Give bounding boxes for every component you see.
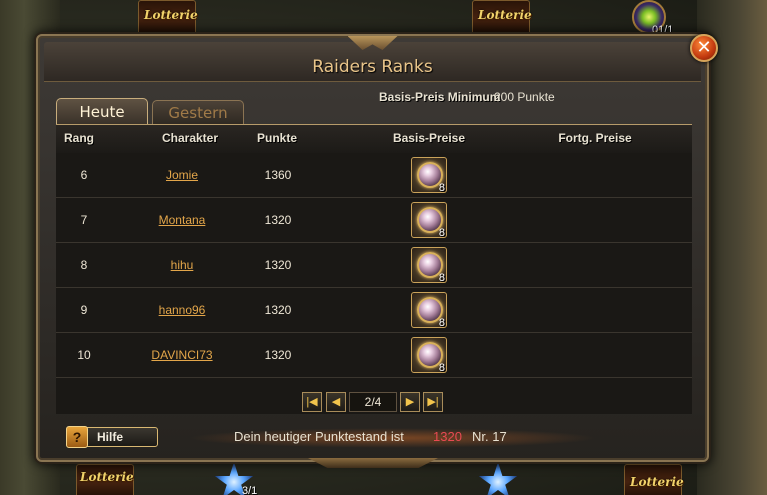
base-prize-item[interactable]: 8 [411,202,447,239]
question-mark-icon: ? [66,426,88,448]
close-button[interactable]: ✕ [690,34,718,62]
current-rank: Nr. 17 [472,429,507,444]
prev-page-button[interactable]: ◀ [326,392,346,412]
score-label: Dein heutiger Punktestand ist [234,429,404,444]
column-header-charakter: Charakter [161,131,219,145]
minimum-label: Basis-Preis Minimum [379,90,501,104]
bottom-star-counter: 3/1 [242,485,258,495]
help-button[interactable]: ? Hilfe [66,426,158,448]
dialog-title-bar[interactable]: Raiders Ranks [44,36,701,82]
table-row: 8 hihu 1320 8 [56,243,692,288]
table-row: 9 hanno96 1320 8 [56,288,692,333]
character-link[interactable]: hanno96 [132,303,232,317]
prize-quantity: 8 [438,362,445,374]
column-header-punkte: Punkte [256,131,297,145]
next-page-button[interactable]: ▶ [400,392,420,412]
ranking-table: Rang Charakter Punkte Basis-Preise Fortg… [56,124,692,414]
prize-quantity: 8 [438,227,445,239]
rank-cell: 6 [80,168,88,182]
points-cell: 1320 [264,348,292,362]
title-ornament [347,36,398,50]
character-link[interactable]: Jomie [132,168,232,182]
points-cell: 1320 [264,303,292,317]
character-link[interactable]: DAVINCI73 [132,348,232,362]
bottom-ornament [308,458,438,468]
table-header: Rang Charakter Punkte Basis-Preise Fortg… [56,125,692,153]
dialog-title: Raiders Ranks [312,57,433,77]
rank-cell: 7 [80,213,88,227]
tab-heute[interactable]: Heute [56,98,148,124]
points-cell: 1320 [264,258,292,272]
table-row: 7 Montana 1320 8 [56,198,692,243]
base-prize-item[interactable]: 8 [411,337,447,374]
rank-cell: 8 [80,258,88,272]
points-cell: 1360 [264,168,292,182]
bottom-lottery-label-1: Lotterie [80,470,134,484]
base-prize-item[interactable]: 8 [411,247,447,284]
table-row: 6 Jomie 1360 8 [56,153,692,198]
bottom-star-icon-2[interactable] [478,462,518,495]
last-page-button[interactable]: ▶| [423,392,443,412]
base-prize-item[interactable]: 8 [411,157,447,194]
points-cell: 1320 [264,213,292,227]
column-header-rang: Rang [64,131,94,145]
top-lottery-label-1: Lotterie [144,8,198,22]
rank-cell: 10 [77,348,91,362]
prize-quantity: 8 [438,317,445,329]
score-value: 1320 [433,429,462,444]
page-indicator: 2/4 [349,392,397,412]
character-link[interactable]: Montana [132,213,232,227]
bottom-lottery-label-2: Lotterie [630,475,684,489]
minimum-value: 200 Punkte [494,90,555,104]
column-header-fortg-preise: Fortg. Preise [558,131,632,145]
top-lottery-label-2: Lotterie [478,8,532,22]
rank-cell: 9 [80,303,88,317]
raiders-ranks-dialog: Raiders Ranks ✕ Heute Gestern Basis-Prei… [36,34,718,468]
character-link[interactable]: hihu [132,258,232,272]
column-header-basis-preise: Basis-Preise [392,131,466,145]
table-row: 10 DAVINCI73 1320 8 [56,333,692,378]
prize-quantity: 8 [438,182,445,194]
base-prize-item[interactable]: 8 [411,292,447,329]
first-page-button[interactable]: |◀ [302,392,322,412]
help-label: Hilfe [97,430,124,444]
prize-quantity: 8 [438,272,445,284]
tab-gestern[interactable]: Gestern [152,100,244,124]
